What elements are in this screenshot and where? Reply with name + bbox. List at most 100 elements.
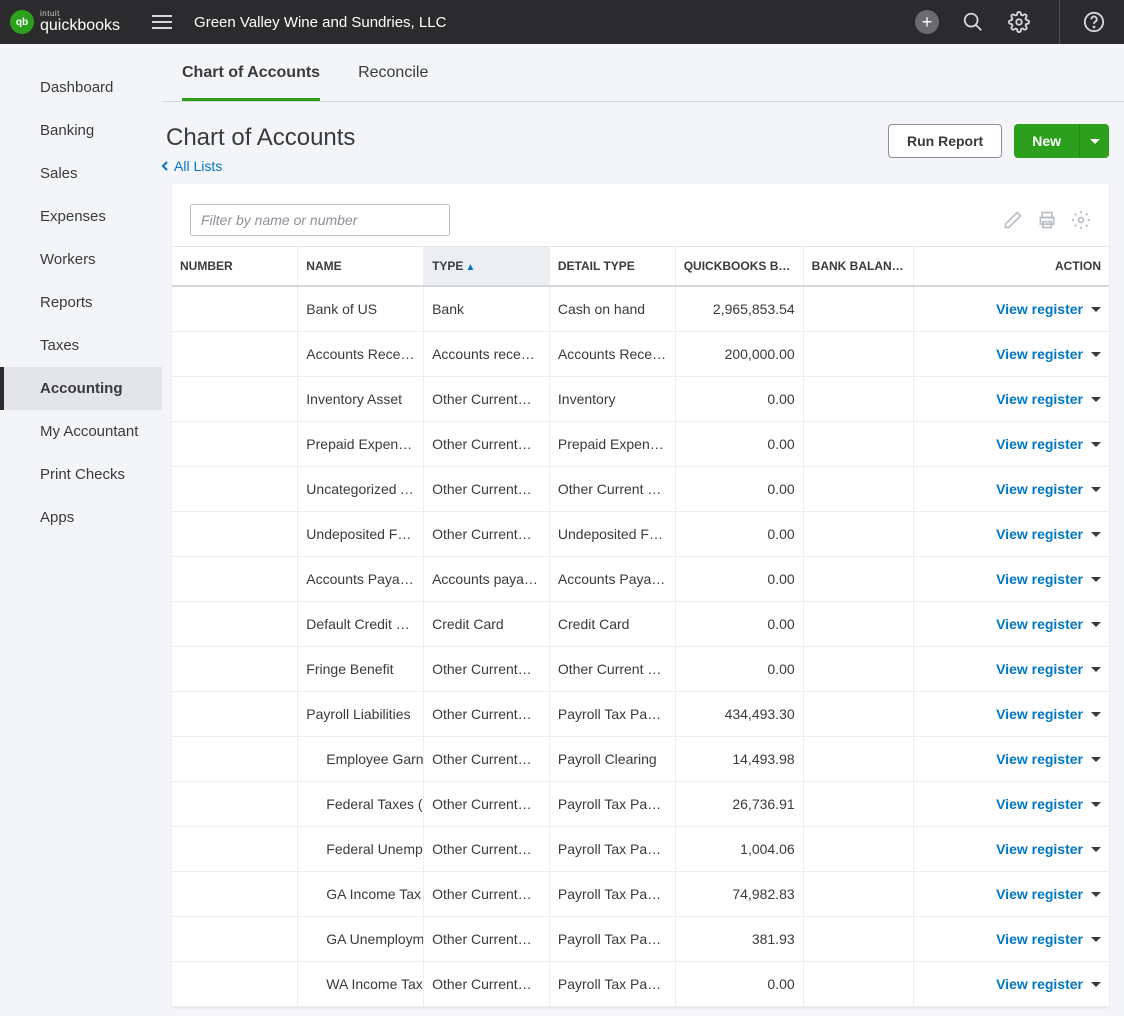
- sidebar-item-my-accountant[interactable]: My Accountant: [0, 410, 162, 453]
- cell-number: [172, 467, 298, 512]
- view-register-link[interactable]: View register: [996, 661, 1083, 677]
- action-dropdown-icon[interactable]: [1091, 706, 1101, 722]
- sidebar-item-workers[interactable]: Workers: [0, 238, 162, 281]
- plus-icon[interactable]: [915, 10, 939, 34]
- sidebar-item-dashboard[interactable]: Dashboard: [0, 66, 162, 109]
- action-dropdown-icon[interactable]: [1091, 796, 1101, 812]
- cell-number: [172, 692, 298, 737]
- new-button[interactable]: New: [1014, 124, 1079, 158]
- sidebar-item-sales[interactable]: Sales: [0, 152, 162, 195]
- action-dropdown-icon[interactable]: [1091, 931, 1101, 947]
- view-register-link[interactable]: View register: [996, 886, 1083, 902]
- breadcrumb-label: All Lists: [174, 158, 222, 174]
- cell-type: Other Current…: [424, 422, 550, 467]
- action-dropdown-icon[interactable]: [1091, 301, 1101, 317]
- table-row: Fringe BenefitOther Current…Other Curren…: [172, 647, 1109, 692]
- cell-number: [172, 512, 298, 557]
- view-register-link[interactable]: View register: [996, 976, 1083, 992]
- col-action[interactable]: ACTION: [914, 247, 1109, 287]
- cell-name: Federal Taxes (941/944): [298, 782, 424, 827]
- cell-type: Other Current…: [424, 782, 550, 827]
- view-register-link[interactable]: View register: [996, 436, 1083, 452]
- action-dropdown-icon[interactable]: [1091, 436, 1101, 452]
- settings-icon[interactable]: [1071, 210, 1091, 230]
- print-icon[interactable]: [1037, 210, 1057, 230]
- sidebar-item-expenses[interactable]: Expenses: [0, 195, 162, 238]
- action-dropdown-icon[interactable]: [1091, 391, 1101, 407]
- sidebar-item-banking[interactable]: Banking: [0, 109, 162, 152]
- cell-bank-balance: [803, 286, 914, 332]
- cell-qb-balance: 381.93: [675, 917, 803, 962]
- new-dropdown-button[interactable]: [1079, 124, 1109, 158]
- action-dropdown-icon[interactable]: [1091, 841, 1101, 857]
- cell-action: View register: [914, 872, 1109, 917]
- table-row: Inventory AssetOther Current…Inventory0.…: [172, 377, 1109, 422]
- gear-icon[interactable]: [1007, 10, 1031, 34]
- sidebar-item-apps[interactable]: Apps: [0, 496, 162, 539]
- sidebar-item-print-checks[interactable]: Print Checks: [0, 453, 162, 496]
- cell-detail: Prepaid Expenses: [549, 422, 675, 467]
- col-bank-balance[interactable]: BANK BALANCE: [803, 247, 914, 287]
- view-register-link[interactable]: View register: [996, 796, 1083, 812]
- filter-input[interactable]: [190, 204, 450, 236]
- run-report-button[interactable]: Run Report: [888, 124, 1002, 158]
- breadcrumb[interactable]: All Lists: [160, 158, 888, 174]
- action-dropdown-icon[interactable]: [1091, 661, 1101, 677]
- table-row: GA UnemploymentOther Current…Payroll Tax…: [172, 917, 1109, 962]
- view-register-link[interactable]: View register: [996, 481, 1083, 497]
- action-dropdown-icon[interactable]: [1091, 526, 1101, 542]
- view-register-link[interactable]: View register: [996, 931, 1083, 947]
- cell-bank-balance: [803, 692, 914, 737]
- cell-detail: Payroll Tax Pa…: [549, 827, 675, 872]
- page-title: Chart of Accounts: [166, 124, 888, 152]
- tab-chart-of-accounts[interactable]: Chart of Accounts: [182, 44, 320, 101]
- cell-detail: Other Current …: [549, 647, 675, 692]
- cell-qb-balance: 0.00: [675, 422, 803, 467]
- action-dropdown-icon[interactable]: [1091, 346, 1101, 362]
- sidebar-item-reports[interactable]: Reports: [0, 281, 162, 324]
- action-dropdown-icon[interactable]: [1091, 976, 1101, 992]
- cell-type: Other Current…: [424, 737, 550, 782]
- action-dropdown-icon[interactable]: [1091, 886, 1101, 902]
- view-register-link[interactable]: View register: [996, 301, 1083, 317]
- cell-number: [172, 647, 298, 692]
- cell-action: View register: [914, 917, 1109, 962]
- tab-reconcile[interactable]: Reconcile: [358, 44, 428, 101]
- action-dropdown-icon[interactable]: [1091, 616, 1101, 632]
- cell-action: View register: [914, 962, 1109, 1007]
- view-register-link[interactable]: View register: [996, 706, 1083, 722]
- cell-bank-balance: [803, 377, 914, 422]
- action-dropdown-icon[interactable]: [1091, 751, 1101, 767]
- cell-detail: Other Current …: [549, 467, 675, 512]
- view-register-link[interactable]: View register: [996, 346, 1083, 362]
- cell-detail: Accounts Payab…: [549, 557, 675, 602]
- view-register-link[interactable]: View register: [996, 571, 1083, 587]
- col-name[interactable]: NAME: [298, 247, 424, 287]
- cell-qb-balance: 434,493.30: [675, 692, 803, 737]
- col-number[interactable]: NUMBER: [172, 247, 298, 287]
- cell-number: [172, 332, 298, 377]
- cell-number: [172, 422, 298, 467]
- table-row: GA Income TaxOther Current…Payroll Tax P…: [172, 872, 1109, 917]
- cell-name: WA Income Tax: [298, 962, 424, 1007]
- col-detail[interactable]: DETAIL TYPE: [549, 247, 675, 287]
- help-icon[interactable]: [1082, 10, 1106, 34]
- cell-type: Other Current…: [424, 962, 550, 1007]
- company-name: Green Valley Wine and Sundries, LLC: [194, 14, 446, 31]
- col-qb-balance[interactable]: QUICKBOOKS BALANCE: [675, 247, 803, 287]
- action-dropdown-icon[interactable]: [1091, 571, 1101, 587]
- menu-icon[interactable]: [152, 15, 172, 29]
- action-dropdown-icon[interactable]: [1091, 481, 1101, 497]
- view-register-link[interactable]: View register: [996, 616, 1083, 632]
- col-type[interactable]: TYPE▲: [424, 247, 550, 287]
- cell-action: View register: [914, 512, 1109, 557]
- view-register-link[interactable]: View register: [996, 391, 1083, 407]
- view-register-link[interactable]: View register: [996, 751, 1083, 767]
- view-register-link[interactable]: View register: [996, 841, 1083, 857]
- edit-icon[interactable]: [1003, 210, 1023, 230]
- sidebar-item-accounting[interactable]: Accounting: [0, 367, 162, 410]
- search-icon[interactable]: [961, 10, 985, 34]
- view-register-link[interactable]: View register: [996, 526, 1083, 542]
- sidebar-item-taxes[interactable]: Taxes: [0, 324, 162, 367]
- cell-name: Default Credit Card: [298, 602, 424, 647]
